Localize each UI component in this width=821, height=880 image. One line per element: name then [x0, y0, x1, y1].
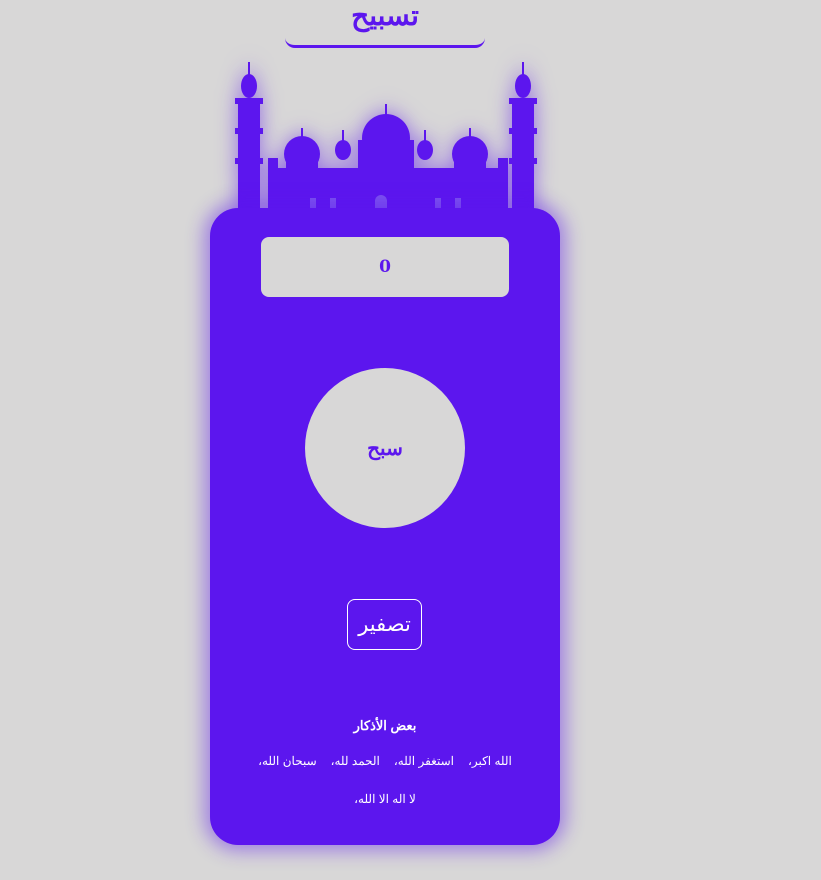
- tasbih-card: 0 سبح تصفير بعض الأذكار الله اكبر، استغف…: [210, 208, 560, 845]
- reset-button[interactable]: تصفير: [347, 599, 422, 650]
- mosque-illustration: [235, 62, 537, 215]
- athkar-item: الحمد لله،: [330, 754, 380, 768]
- athkar-item: سبحان الله،: [258, 754, 317, 768]
- counter-display: 0: [261, 237, 509, 297]
- page-title: تسبيح: [351, 0, 419, 32]
- athkar-list: الله اكبر، استغفر الله، الحمد لله، سبحان…: [210, 754, 560, 768]
- athkar-heading: بعض الأذكار: [353, 718, 417, 733]
- athkar-item: استغفر الله،: [393, 754, 454, 768]
- athkar-list: لا اله الا الله،: [210, 792, 560, 806]
- athkar-item: الله اكبر،: [467, 754, 512, 768]
- tasbih-button[interactable]: سبح: [305, 368, 465, 528]
- athkar-item: لا اله الا الله،: [354, 792, 416, 806]
- page-header: تسبيح: [285, 0, 485, 48]
